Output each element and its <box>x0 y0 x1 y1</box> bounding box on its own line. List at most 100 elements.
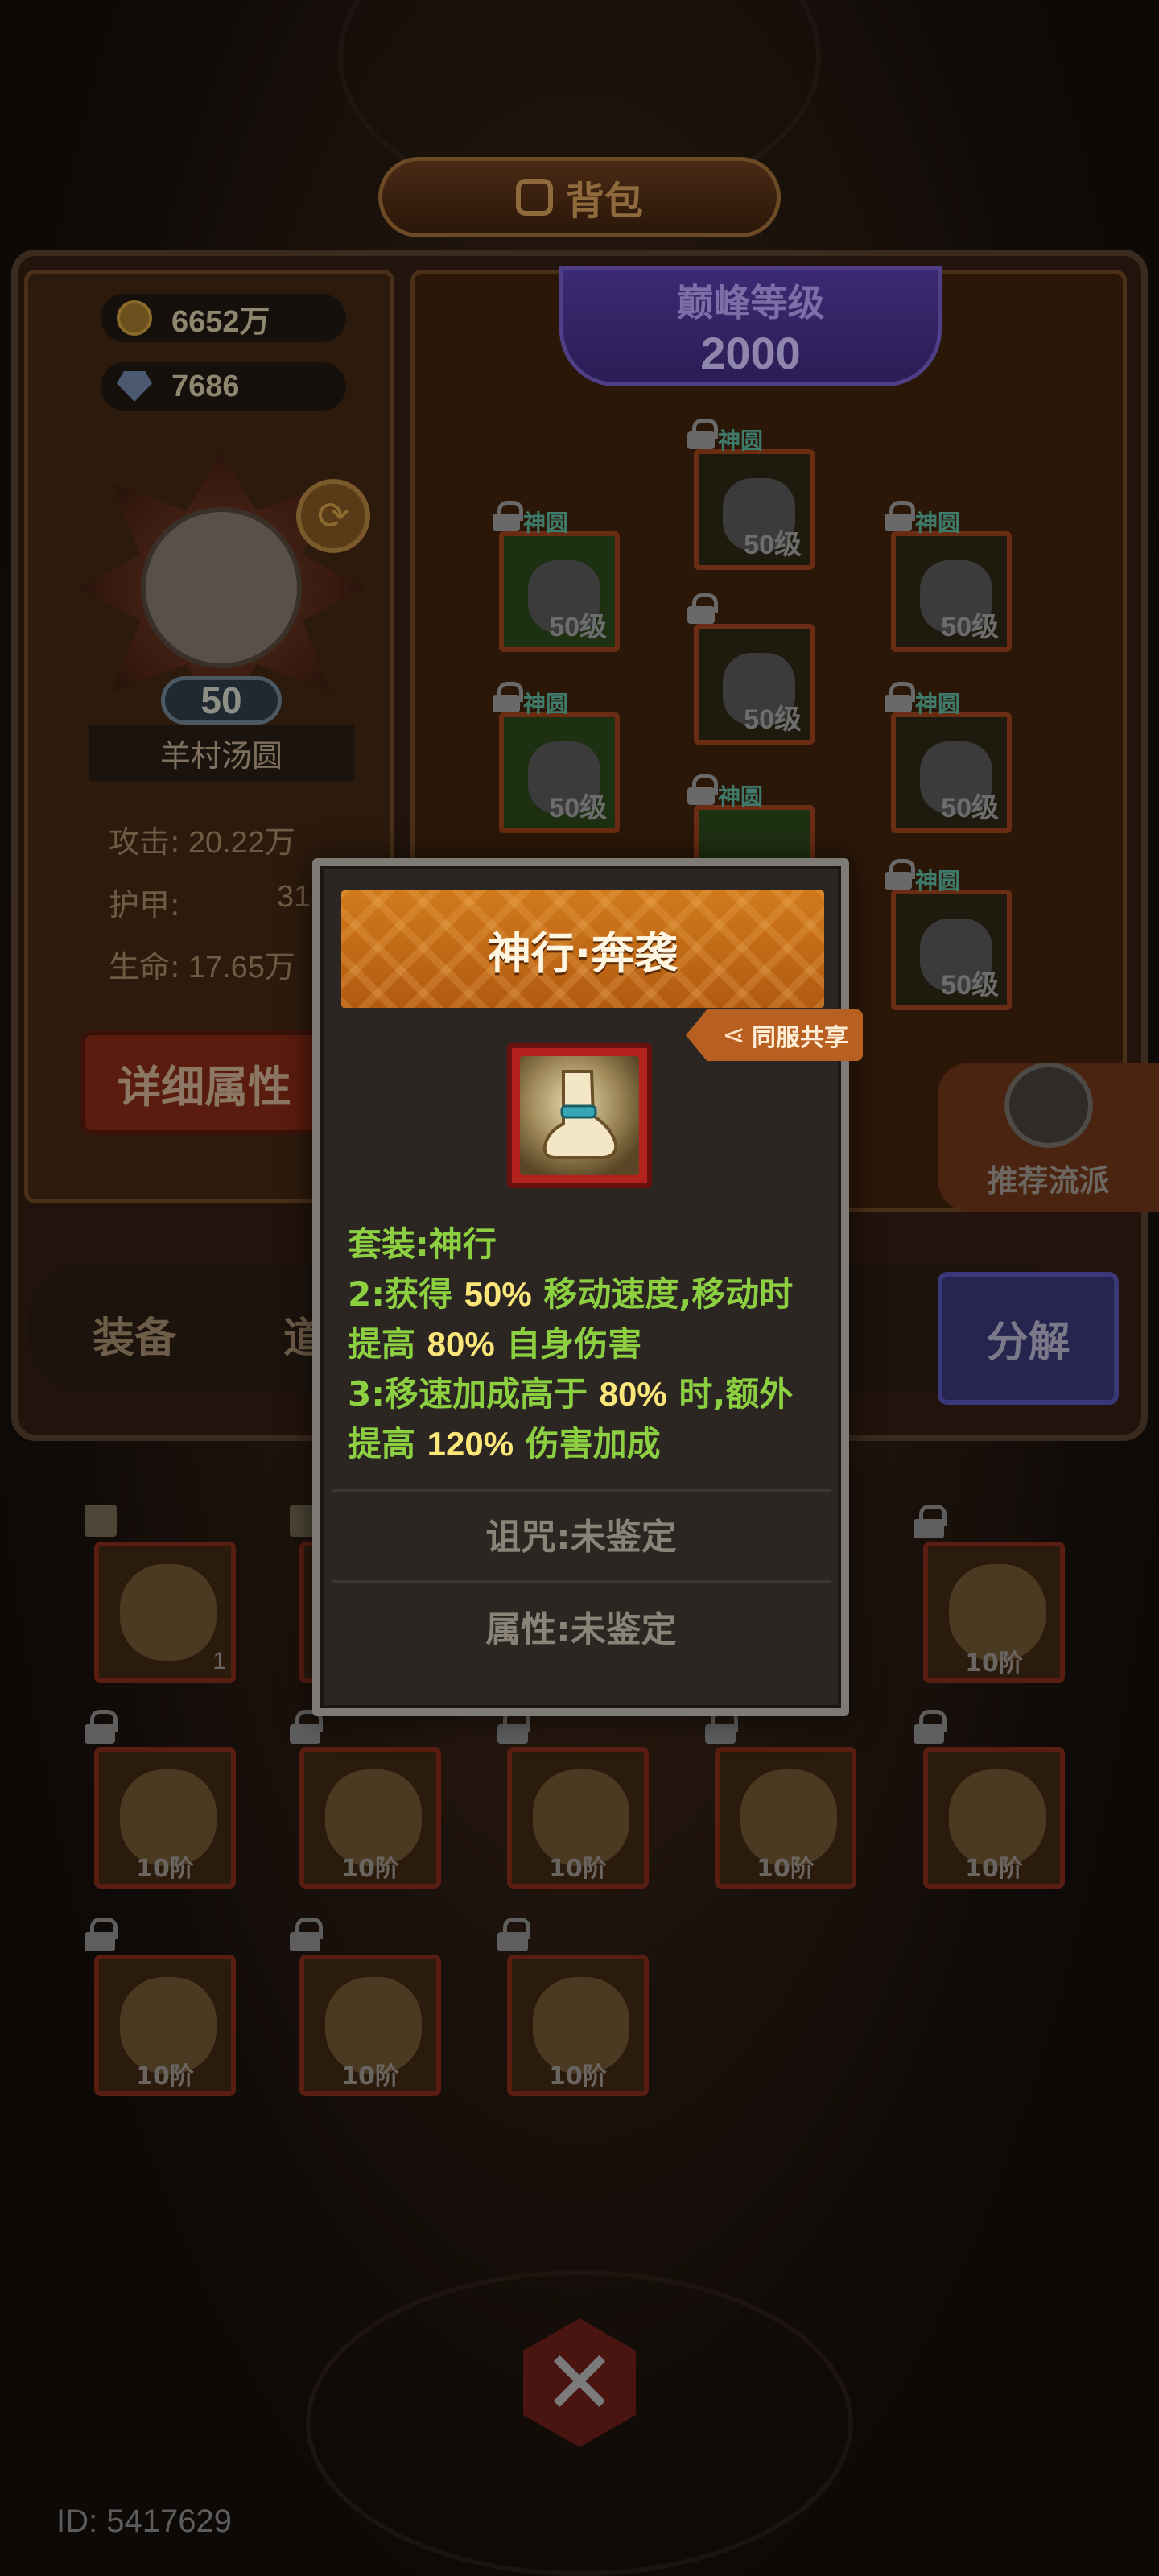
lock-icon <box>885 859 915 890</box>
player-name: 羊村汤圆 <box>89 724 354 781</box>
item-title: 神行·奔袭 <box>487 927 678 979</box>
slot-tag: 神圆 <box>718 427 764 454</box>
text: 自身伤害 <box>494 1324 642 1364</box>
stat-value: 20.22万 <box>188 826 295 860</box>
attribute-status: 属性:未鉴定 <box>485 1609 677 1650</box>
player-level: 50 <box>161 676 282 724</box>
text: 3:移速加成高于 <box>348 1374 600 1414</box>
inventory-item[interactable]: 10阶 <box>290 1918 441 2096</box>
lock-icon <box>290 1918 323 1951</box>
stat-value: 17.65万 <box>188 951 295 985</box>
gem-amount: 7686 <box>171 369 240 403</box>
slot-tag: 神圆 <box>718 783 764 810</box>
equip-slot-armor[interactable]: 50级 <box>687 593 815 745</box>
gem-icon <box>117 371 152 402</box>
gold-amount: 6652万 <box>171 304 270 339</box>
item-tier: 10阶 <box>965 1649 1023 1678</box>
lock-icon <box>85 1918 118 1951</box>
inventory-item[interactable]: 1 <box>85 1505 236 1683</box>
set-bonus-2: 2:获得 50% 移动速度,移动时提高 80% 自身伤害 <box>348 1269 815 1369</box>
inventory-item[interactable]: 10阶 <box>497 1918 649 2096</box>
item-art <box>120 1564 217 1661</box>
peak-level-label: 巅峰等级 <box>676 280 825 324</box>
slot-level: 50级 <box>941 612 999 642</box>
item-tier: 10阶 <box>965 1855 1023 1883</box>
slot-level: 50级 <box>941 793 999 824</box>
bonus-value: 120% <box>427 1425 514 1463</box>
modal-header: 神行·奔袭 <box>341 890 824 1008</box>
avatar[interactable] <box>141 507 302 668</box>
set-bonus-text: 套装:神行 2:获得 50% 移动速度,移动时提高 80% 自身伤害 3:移速加… <box>348 1220 815 1469</box>
lock-icon <box>687 774 718 805</box>
equip-slot-necklace[interactable]: 神圆 50级 <box>885 501 1012 652</box>
title-plate: 背包 <box>378 157 781 237</box>
lock-icon <box>914 1505 947 1538</box>
stat-health: 生命: 17.65万 <box>109 942 295 986</box>
lock-icon <box>493 501 523 531</box>
stat-label: 生命: <box>109 949 180 985</box>
inventory-item[interactable]: 10阶 <box>290 1710 441 1889</box>
item-icon-frame <box>507 1043 652 1188</box>
inventory-item[interactable]: 10阶 <box>85 1918 236 2096</box>
slot-tag: 神圆 <box>915 868 961 894</box>
bonus-value: 80% <box>599 1375 667 1413</box>
set-bonus-3: 3:移速加成高于 80% 时,额外提高 120% 伤害加成 <box>348 1369 815 1469</box>
item-tier: 10阶 <box>757 1855 815 1883</box>
slot-level: 50级 <box>549 793 607 824</box>
set-name: 套装:神行 <box>348 1224 497 1264</box>
page-title: 背包 <box>565 179 643 224</box>
gold-coin-icon <box>117 300 152 336</box>
inventory-item[interactable]: 10阶 <box>914 1505 1065 1683</box>
slot-tag: 神圆 <box>523 510 569 536</box>
gold-counter: 6652万 <box>101 294 346 342</box>
slot-tag: 神圆 <box>523 691 569 717</box>
share-label: 同服共享 <box>752 1024 848 1052</box>
share-button[interactable]: ⋖ 同服共享 <box>686 1009 863 1061</box>
gem-counter: 7686 <box>101 362 346 411</box>
inventory-item[interactable]: 10阶 <box>705 1710 856 1889</box>
equip-slot-ring[interactable]: 神圆 50级 <box>885 682 1012 833</box>
inventory-item[interactable]: 10阶 <box>85 1710 236 1889</box>
inventory-item[interactable]: 10阶 <box>914 1710 1065 1889</box>
close-icon: ✕ <box>542 2331 617 2434</box>
inventory-item[interactable]: 10阶 <box>497 1710 649 1889</box>
equip-slot-helmet[interactable]: 神圆 50级 <box>687 419 815 570</box>
text: 伤害加成 <box>514 1424 661 1463</box>
lock-icon <box>85 1710 118 1744</box>
slot-level: 50级 <box>744 530 802 560</box>
slot-tag: 神圆 <box>915 691 961 717</box>
lock-icon <box>914 1710 947 1744</box>
slot-level: 50级 <box>549 612 607 642</box>
decompose-button[interactable]: 分解 <box>938 1272 1119 1405</box>
backpack-icon <box>515 179 553 216</box>
lock-icon <box>493 682 523 712</box>
slot-level: 50级 <box>744 704 802 735</box>
equip-slot-weapon[interactable]: 神圆 50级 <box>493 501 620 652</box>
stat-attack: 攻击: 20.22万 <box>109 817 295 861</box>
curse-status: 诅咒:未鉴定 <box>485 1517 677 1558</box>
item-tier: 10阶 <box>136 1855 194 1883</box>
foot-anklet-icon <box>542 1070 618 1159</box>
slot-tag: 神圆 <box>915 510 961 536</box>
share-icon: ⋖ <box>722 1019 746 1051</box>
item-tier: 10阶 <box>549 2062 607 2091</box>
thumbs-up-icon <box>1004 1063 1093 1148</box>
recommend-build-button[interactable]: 推荐流派 <box>938 1063 1159 1212</box>
lock-icon <box>885 682 915 712</box>
lock-icon <box>687 419 718 449</box>
refresh-icon: ⟳ <box>316 493 350 539</box>
refresh-avatar-button[interactable]: ⟳ <box>296 479 370 553</box>
equip-slot-book[interactable]: 神圆 50级 <box>885 859 1012 1010</box>
equip-slot-gloves[interactable]: 神圆 50级 <box>493 682 620 833</box>
tab-equipment[interactable]: 装备 <box>93 1304 176 1364</box>
peak-level-banner: 巅峰等级 2000 <box>559 266 942 386</box>
lock-icon <box>885 501 915 531</box>
item-icon <box>520 1056 639 1175</box>
detail-attributes-button[interactable]: 详细属性 <box>80 1030 338 1135</box>
player-id: ID: 5417629 <box>56 2504 232 2539</box>
stat-label: 护甲: <box>109 887 180 923</box>
bonus-value: 50% <box>464 1275 532 1313</box>
item-tier: 10阶 <box>136 2062 194 2091</box>
lock-icon <box>687 593 718 624</box>
peak-level-value: 2000 <box>700 327 801 378</box>
